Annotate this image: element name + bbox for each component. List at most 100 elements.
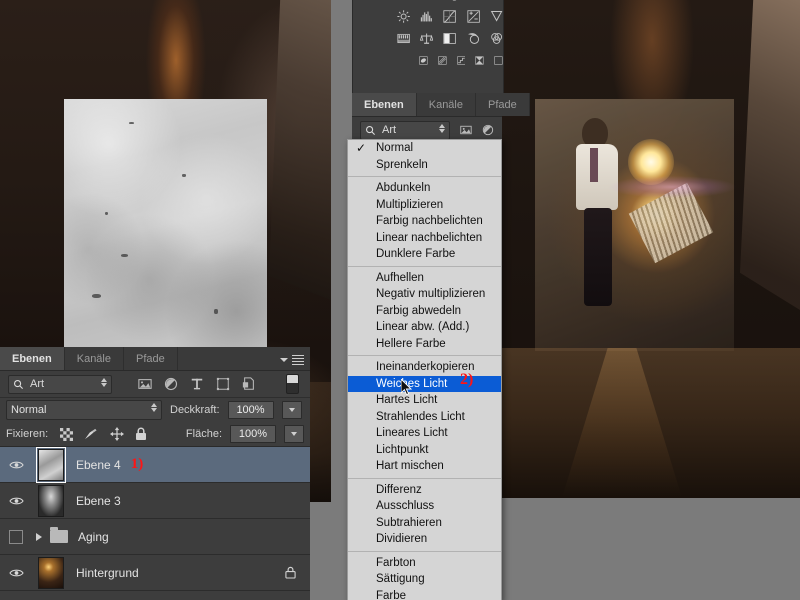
menu-item-strahlendes-licht[interactable]: Strahlendes Licht — [348, 409, 501, 426]
threshold-icon[interactable] — [457, 53, 466, 68]
concrete-texture-layer-preview — [64, 99, 267, 349]
layer-thumbnail-cell[interactable] — [30, 449, 72, 481]
smart-object-filter-icon[interactable] — [242, 377, 256, 391]
channel-mixer-icon[interactable] — [490, 31, 503, 46]
layer-filter-kind-select[interactable]: Art — [8, 375, 112, 394]
eye-icon — [9, 568, 24, 578]
blend-opacity-row: Normal Deckkraft: 100% — [0, 398, 310, 422]
invert-icon[interactable] — [419, 53, 428, 68]
tab-kanaele-top[interactable]: Kanäle — [417, 93, 476, 116]
gradient-map-icon[interactable] — [475, 53, 484, 68]
adjustment-layer-filter-icon[interactable] — [164, 377, 178, 391]
menu-item-normal[interactable]: Normal — [348, 140, 501, 157]
fill-value-field[interactable]: 100% — [230, 425, 276, 443]
hue-saturation-icon[interactable] — [397, 31, 410, 46]
menu-item-multiplizieren[interactable]: Multiplizieren — [348, 197, 501, 214]
pixel-layer-filter-icon-top[interactable] — [460, 123, 472, 137]
menu-item-linear-abw-add[interactable]: Linear abw. (Add.) — [348, 319, 501, 336]
menu-item-farbe[interactable]: Farbe — [348, 588, 501, 600]
menu-item-weiches-licht[interactable]: Weiches Licht2) — [348, 376, 501, 393]
adjustment-layer-filter-icon-top[interactable] — [482, 123, 494, 137]
levels-icon[interactable] — [420, 9, 433, 24]
tab-pfade-top[interactable]: Pfade — [476, 93, 530, 116]
layer-thumbnail-cell[interactable] — [30, 557, 72, 589]
search-icon — [13, 379, 24, 390]
menu-item-lineares-licht[interactable]: Lineares Licht — [348, 425, 501, 442]
lock-transparent-pixels-icon[interactable] — [60, 428, 73, 441]
layer-row[interactable]: Aging — [0, 519, 310, 555]
type-layer-filter-icon[interactable] — [190, 377, 204, 391]
menu-separator — [348, 266, 501, 267]
menu-item-hellere-farbe[interactable]: Hellere Farbe — [348, 336, 501, 353]
posterize-icon[interactable] — [438, 53, 447, 68]
opacity-dropdown-arrow[interactable] — [282, 401, 302, 419]
menu-item-abdunkeln[interactable]: Abdunkeln — [348, 180, 501, 197]
menu-item-hartes-licht[interactable]: Hartes Licht — [348, 392, 501, 409]
group-expand-arrow-icon[interactable] — [36, 533, 42, 541]
menu-item-dividieren[interactable]: Dividieren — [348, 531, 501, 548]
shape-layer-filter-icon[interactable] — [216, 377, 230, 391]
tab-ebenen-top[interactable]: Ebenen — [352, 93, 417, 116]
menu-item-linear-nachbelichten[interactable]: Linear nachbelichten — [348, 230, 501, 247]
menu-separator — [348, 478, 501, 479]
layer-visibility-toggle[interactable] — [2, 568, 30, 578]
layer-name: Ebene 3 — [72, 494, 121, 508]
selective-color-icon[interactable] — [494, 53, 503, 68]
layers-panel: Ebenen Kanäle Pfade Art — [0, 347, 310, 600]
menu-item-hart-mischen[interactable]: Hart mischen — [348, 458, 501, 475]
menu-item-ausschluss[interactable]: Ausschluss — [348, 498, 501, 515]
menu-item-sprenkeln[interactable]: Sprenkeln — [348, 157, 501, 174]
layer-visibility-toggle[interactable] — [2, 460, 30, 470]
menu-item-differenz[interactable]: Differenz — [348, 482, 501, 499]
layer-filter-kind-select-top[interactable]: Art — [360, 121, 450, 140]
layer-locked-icon — [285, 566, 296, 582]
lock-image-pixels-icon[interactable] — [84, 428, 99, 441]
kind-stepper[interactable] — [101, 378, 107, 387]
layer-thumbnail-cell[interactable] — [30, 485, 72, 517]
layers-list: Ebene 41) Ebene 3 AgingHintergrund — [0, 447, 310, 591]
blend-mode-select[interactable]: Normal — [6, 400, 162, 420]
layer-row[interactable]: Ebene 3 — [0, 483, 310, 519]
document-canvas-right[interactable] — [502, 0, 800, 498]
menu-item-lichtpunkt[interactable]: Lichtpunkt — [348, 442, 501, 459]
menu-item-farbton[interactable]: Farbton — [348, 555, 501, 572]
photo-filter-icon[interactable] — [467, 31, 480, 46]
panel-tabbar-top: Ebenen Kanäle Pfade — [352, 93, 502, 117]
layer-row[interactable]: Hintergrund — [0, 555, 310, 591]
fill-dropdown-arrow[interactable] — [284, 425, 304, 443]
blend-mode-stepper[interactable] — [151, 403, 157, 412]
workspace-background-bottom — [502, 498, 800, 600]
layer-visibility-toggle[interactable] — [2, 496, 30, 506]
brightness-contrast-icon[interactable] — [397, 9, 410, 24]
layer-filter-enable-toggle[interactable] — [286, 374, 299, 394]
menu-item-sättigung[interactable]: Sättigung — [348, 571, 501, 588]
layer-thumbnail — [38, 557, 64, 589]
blend-mode-dropdown-menu[interactable]: NormalSprenkelnAbdunkelnMultiplizierenFa… — [347, 139, 502, 600]
menu-separator — [348, 176, 501, 177]
curves-icon[interactable] — [443, 9, 456, 24]
menu-item-farbig-abwedeln[interactable]: Farbig abwedeln — [348, 303, 501, 320]
lock-position-icon[interactable] — [110, 427, 124, 441]
layer-visibility-toggle[interactable] — [2, 530, 30, 544]
menu-item-ineinanderkopieren[interactable]: Ineinanderkopieren — [348, 359, 501, 376]
lock-all-icon[interactable] — [135, 427, 147, 441]
menu-item-aufhellen[interactable]: Aufhellen — [348, 270, 501, 287]
layer-row[interactable]: Ebene 41) — [0, 447, 310, 483]
menu-item-farbig-nachbelichten[interactable]: Farbig nachbelichten — [348, 213, 501, 230]
vibrance-icon[interactable] — [490, 9, 503, 24]
black-white-icon[interactable] — [443, 31, 456, 46]
exposure-icon[interactable] — [467, 9, 480, 24]
tab-pfade[interactable]: Pfade — [124, 347, 178, 370]
folder-icon — [50, 530, 68, 543]
color-balance-icon[interactable] — [420, 31, 433, 46]
opacity-value-field[interactable]: 100% — [228, 401, 274, 419]
person-figure — [574, 118, 626, 318]
tab-ebenen[interactable]: Ebenen — [0, 347, 65, 370]
panel-menu-icon[interactable] — [280, 353, 304, 367]
menu-item-subtrahieren[interactable]: Subtrahieren — [348, 515, 501, 532]
menu-item-negativ-multiplizieren[interactable]: Negativ multiplizieren — [348, 286, 501, 303]
kind-stepper-top[interactable] — [439, 124, 445, 133]
tab-kanaele[interactable]: Kanäle — [65, 347, 124, 370]
menu-item-dunklere-farbe[interactable]: Dunklere Farbe — [348, 246, 501, 263]
pixel-layer-filter-icon[interactable] — [138, 377, 152, 391]
